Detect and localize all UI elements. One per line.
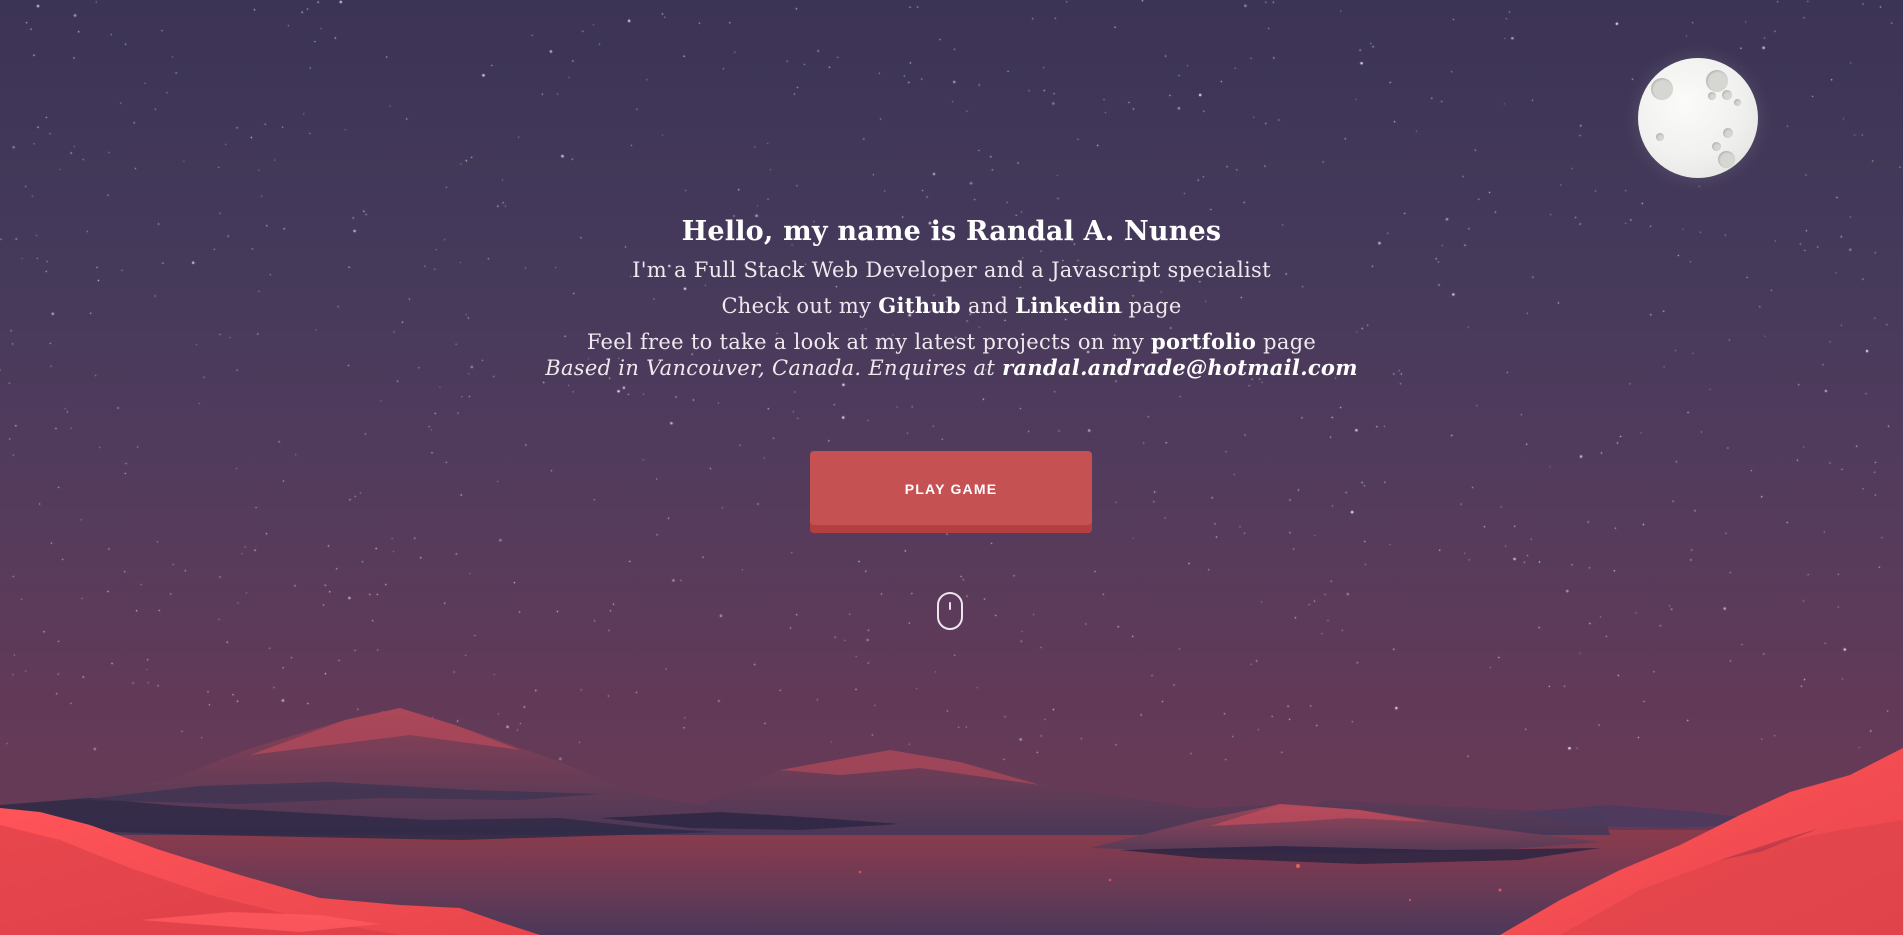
intro-section: Hello, my name is Randal A. Nunes I'm a … [0, 212, 1903, 380]
projects-line: Feel free to take a look at my latest pr… [0, 324, 1903, 360]
play-game-button[interactable]: PLAY GAME [810, 451, 1092, 533]
linkedin-link[interactable]: Linkedin [1015, 293, 1121, 318]
mountain-landscape [0, 708, 1903, 935]
moon-icon [1638, 58, 1758, 178]
location-text: Based in Vancouver, Canada. Enquires at [545, 356, 996, 380]
portfolio-link[interactable]: portfolio [1151, 329, 1256, 354]
social-middle: and [967, 294, 1009, 318]
projects-suffix: page [1263, 330, 1317, 354]
greeting-heading: Hello, my name is Randal A. Nunes [681, 216, 1222, 247]
projects-prefix: Feel free to take a look at my latest pr… [586, 330, 1144, 354]
email-link[interactable]: randal.andrade@hotmail.com [1002, 355, 1358, 380]
github-link[interactable]: Github [878, 293, 961, 318]
tagline-text: I'm a Full Stack Web Developer and a Jav… [632, 258, 1271, 282]
social-links-line: Check out my Github and Linkedin page [0, 288, 1903, 324]
social-suffix: page [1128, 294, 1182, 318]
mouse-wheel [949, 602, 951, 610]
social-prefix: Check out my [721, 294, 872, 318]
mouse-scroll-icon[interactable] [937, 592, 963, 630]
location-line: Based in Vancouver, Canada. Enquires at … [0, 355, 1903, 381]
